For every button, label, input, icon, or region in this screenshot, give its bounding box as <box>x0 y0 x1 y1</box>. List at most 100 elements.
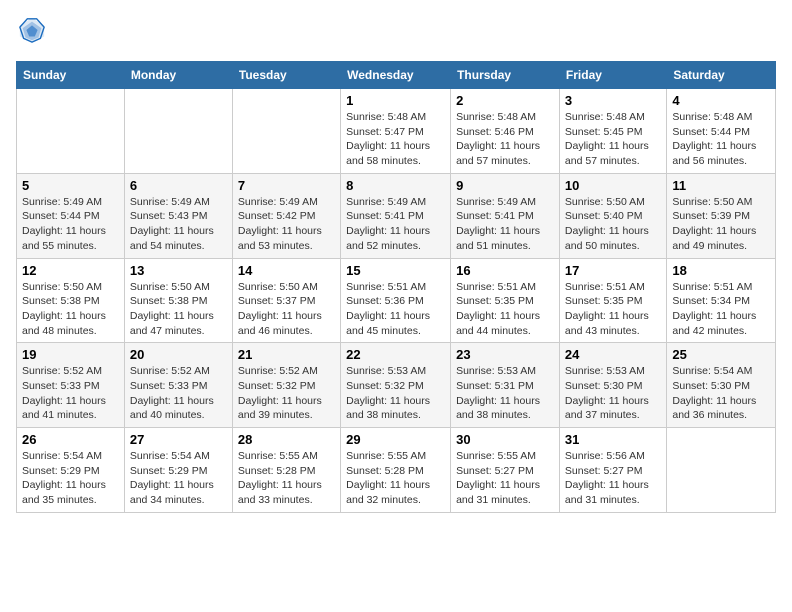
day-info: Sunrise: 5:51 AM Sunset: 5:35 PM Dayligh… <box>456 280 554 339</box>
calendar-week-row: 12 Sunrise: 5:50 AM Sunset: 5:38 PM Dayli… <box>17 258 776 343</box>
calendar-cell: 13Sunrise: 5:50 AM Sunset: 5:38 PM Dayli… <box>124 258 232 343</box>
calendar-header-row: SundayMondayTuesdayWednesdayThursdayFrid… <box>17 62 776 89</box>
calendar-cell <box>124 89 232 174</box>
day-info: Sunrise: 5:49 AM Sunset: 5:41 PM Dayligh… <box>346 195 445 254</box>
day-info: Sunrise: 5:55 AM Sunset: 5:28 PM Dayligh… <box>346 449 445 508</box>
day-info: Sunrise: 5:49 AM Sunset: 5:42 PM Dayligh… <box>238 195 335 254</box>
day-info: Sunrise: 5:50 AM Sunset: 5:37 PM Dayligh… <box>238 280 335 339</box>
calendar-cell: 12 Sunrise: 5:50 AM Sunset: 5:38 PM Dayli… <box>17 258 125 343</box>
calendar-week-row: 5 Sunrise: 5:49 AM Sunset: 5:44 PM Daylig… <box>17 173 776 258</box>
day-number: 4 <box>672 93 770 108</box>
calendar-cell: 9 Sunrise: 5:49 AM Sunset: 5:41 PM Daylig… <box>451 173 560 258</box>
day-number: 19 <box>22 347 119 362</box>
calendar-cell: 27 Sunrise: 5:54 AM Sunset: 5:29 PM Dayli… <box>124 428 232 513</box>
day-info: Sunrise: 5:50 AM Sunset: 5:39 PM Dayligh… <box>672 195 770 254</box>
calendar-cell: 23Sunrise: 5:53 AM Sunset: 5:31 PM Dayli… <box>451 343 560 428</box>
day-info: Sunrise: 5:49 AM Sunset: 5:43 PM Dayligh… <box>130 195 227 254</box>
page-header <box>16 16 776 49</box>
day-info: Sunrise: 5:55 AM Sunset: 5:28 PM Dayligh… <box>238 449 335 508</box>
day-number: 1 <box>346 93 445 108</box>
calendar-cell: 20 Sunrise: 5:52 AM Sunset: 5:33 PM Dayli… <box>124 343 232 428</box>
day-info: Sunrise: 5:50 AM Sunset: 5:40 PM Dayligh… <box>565 195 661 254</box>
calendar-cell: 5 Sunrise: 5:49 AM Sunset: 5:44 PM Daylig… <box>17 173 125 258</box>
calendar-cell: 4Sunrise: 5:48 AM Sunset: 5:44 PM Daylig… <box>667 89 776 174</box>
day-info: Sunrise: 5:53 AM Sunset: 5:30 PM Dayligh… <box>565 364 661 423</box>
day-info: Sunrise: 5:51 AM Sunset: 5:34 PM Dayligh… <box>672 280 770 339</box>
calendar-cell: 10Sunrise: 5:50 AM Sunset: 5:40 PM Dayli… <box>559 173 666 258</box>
calendar-cell: 14 Sunrise: 5:50 AM Sunset: 5:37 PM Dayli… <box>232 258 340 343</box>
day-number: 7 <box>238 178 335 193</box>
calendar-cell: 1 Sunrise: 5:48 AM Sunset: 5:47 PM Daylig… <box>341 89 451 174</box>
col-header-friday: Friday <box>559 62 666 89</box>
day-number: 17 <box>565 263 661 278</box>
day-info: Sunrise: 5:54 AM Sunset: 5:29 PM Dayligh… <box>22 449 119 508</box>
day-info: Sunrise: 5:48 AM Sunset: 5:47 PM Dayligh… <box>346 110 445 169</box>
calendar-cell <box>232 89 340 174</box>
day-number: 24 <box>565 347 661 362</box>
day-info: Sunrise: 5:49 AM Sunset: 5:41 PM Dayligh… <box>456 195 554 254</box>
day-number: 30 <box>456 432 554 447</box>
day-number: 14 <box>238 263 335 278</box>
day-number: 21 <box>238 347 335 362</box>
day-info: Sunrise: 5:53 AM Sunset: 5:31 PM Dayligh… <box>456 364 554 423</box>
day-number: 15 <box>346 263 445 278</box>
day-number: 27 <box>130 432 227 447</box>
calendar-cell: 18Sunrise: 5:51 AM Sunset: 5:34 PM Dayli… <box>667 258 776 343</box>
calendar-cell <box>17 89 125 174</box>
calendar-cell: 25 Sunrise: 5:54 AM Sunset: 5:30 PM Dayli… <box>667 343 776 428</box>
logo <box>16 16 46 49</box>
day-info: Sunrise: 5:52 AM Sunset: 5:32 PM Dayligh… <box>238 364 335 423</box>
day-info: Sunrise: 5:53 AM Sunset: 5:32 PM Dayligh… <box>346 364 445 423</box>
day-info: Sunrise: 5:51 AM Sunset: 5:35 PM Dayligh… <box>565 280 661 339</box>
calendar-cell: 28 Sunrise: 5:55 AM Sunset: 5:28 PM Dayli… <box>232 428 340 513</box>
col-header-sunday: Sunday <box>17 62 125 89</box>
day-number: 6 <box>130 178 227 193</box>
calendar-cell: 26Sunrise: 5:54 AM Sunset: 5:29 PM Dayli… <box>17 428 125 513</box>
day-number: 28 <box>238 432 335 447</box>
day-info: Sunrise: 5:51 AM Sunset: 5:36 PM Dayligh… <box>346 280 445 339</box>
day-info: Sunrise: 5:50 AM Sunset: 5:38 PM Dayligh… <box>22 280 119 339</box>
calendar-cell: 15 Sunrise: 5:51 AM Sunset: 5:36 PM Dayli… <box>341 258 451 343</box>
calendar-cell: 24 Sunrise: 5:53 AM Sunset: 5:30 PM Dayli… <box>559 343 666 428</box>
col-header-saturday: Saturday <box>667 62 776 89</box>
logo-icon <box>18 16 46 44</box>
calendar-cell: 16 Sunrise: 5:51 AM Sunset: 5:35 PM Dayli… <box>451 258 560 343</box>
calendar-cell: 21 Sunrise: 5:52 AM Sunset: 5:32 PM Dayli… <box>232 343 340 428</box>
day-number: 12 <box>22 263 119 278</box>
calendar-table: SundayMondayTuesdayWednesdayThursdayFrid… <box>16 61 776 513</box>
day-number: 8 <box>346 178 445 193</box>
day-number: 9 <box>456 178 554 193</box>
col-header-thursday: Thursday <box>451 62 560 89</box>
col-header-monday: Monday <box>124 62 232 89</box>
day-info: Sunrise: 5:52 AM Sunset: 5:33 PM Dayligh… <box>130 364 227 423</box>
calendar-cell: 17 Sunrise: 5:51 AM Sunset: 5:35 PM Dayli… <box>559 258 666 343</box>
day-info: Sunrise: 5:52 AM Sunset: 5:33 PM Dayligh… <box>22 364 119 423</box>
day-info: Sunrise: 5:54 AM Sunset: 5:30 PM Dayligh… <box>672 364 770 423</box>
day-number: 3 <box>565 93 661 108</box>
calendar-cell: 30Sunrise: 5:55 AM Sunset: 5:27 PM Dayli… <box>451 428 560 513</box>
col-header-wednesday: Wednesday <box>341 62 451 89</box>
calendar-cell: 29 Sunrise: 5:55 AM Sunset: 5:28 PM Dayli… <box>341 428 451 513</box>
col-header-tuesday: Tuesday <box>232 62 340 89</box>
calendar-cell: 3 Sunrise: 5:48 AM Sunset: 5:45 PM Daylig… <box>559 89 666 174</box>
calendar-cell: 22 Sunrise: 5:53 AM Sunset: 5:32 PM Dayli… <box>341 343 451 428</box>
calendar-week-row: 26Sunrise: 5:54 AM Sunset: 5:29 PM Dayli… <box>17 428 776 513</box>
day-number: 22 <box>346 347 445 362</box>
day-number: 29 <box>346 432 445 447</box>
calendar-cell: 19 Sunrise: 5:52 AM Sunset: 5:33 PM Dayli… <box>17 343 125 428</box>
calendar-cell: 31Sunrise: 5:56 AM Sunset: 5:27 PM Dayli… <box>559 428 666 513</box>
calendar-cell: 7 Sunrise: 5:49 AM Sunset: 5:42 PM Daylig… <box>232 173 340 258</box>
calendar-cell: 11 Sunrise: 5:50 AM Sunset: 5:39 PM Dayli… <box>667 173 776 258</box>
day-info: Sunrise: 5:48 AM Sunset: 5:45 PM Dayligh… <box>565 110 661 169</box>
day-number: 25 <box>672 347 770 362</box>
day-number: 2 <box>456 93 554 108</box>
day-number: 5 <box>22 178 119 193</box>
day-number: 11 <box>672 178 770 193</box>
calendar-cell: 8 Sunrise: 5:49 AM Sunset: 5:41 PM Daylig… <box>341 173 451 258</box>
day-number: 20 <box>130 347 227 362</box>
day-info: Sunrise: 5:54 AM Sunset: 5:29 PM Dayligh… <box>130 449 227 508</box>
day-info: Sunrise: 5:50 AM Sunset: 5:38 PM Dayligh… <box>130 280 227 339</box>
calendar-cell: 2Sunrise: 5:48 AM Sunset: 5:46 PM Daylig… <box>451 89 560 174</box>
day-number: 16 <box>456 263 554 278</box>
day-info: Sunrise: 5:49 AM Sunset: 5:44 PM Dayligh… <box>22 195 119 254</box>
